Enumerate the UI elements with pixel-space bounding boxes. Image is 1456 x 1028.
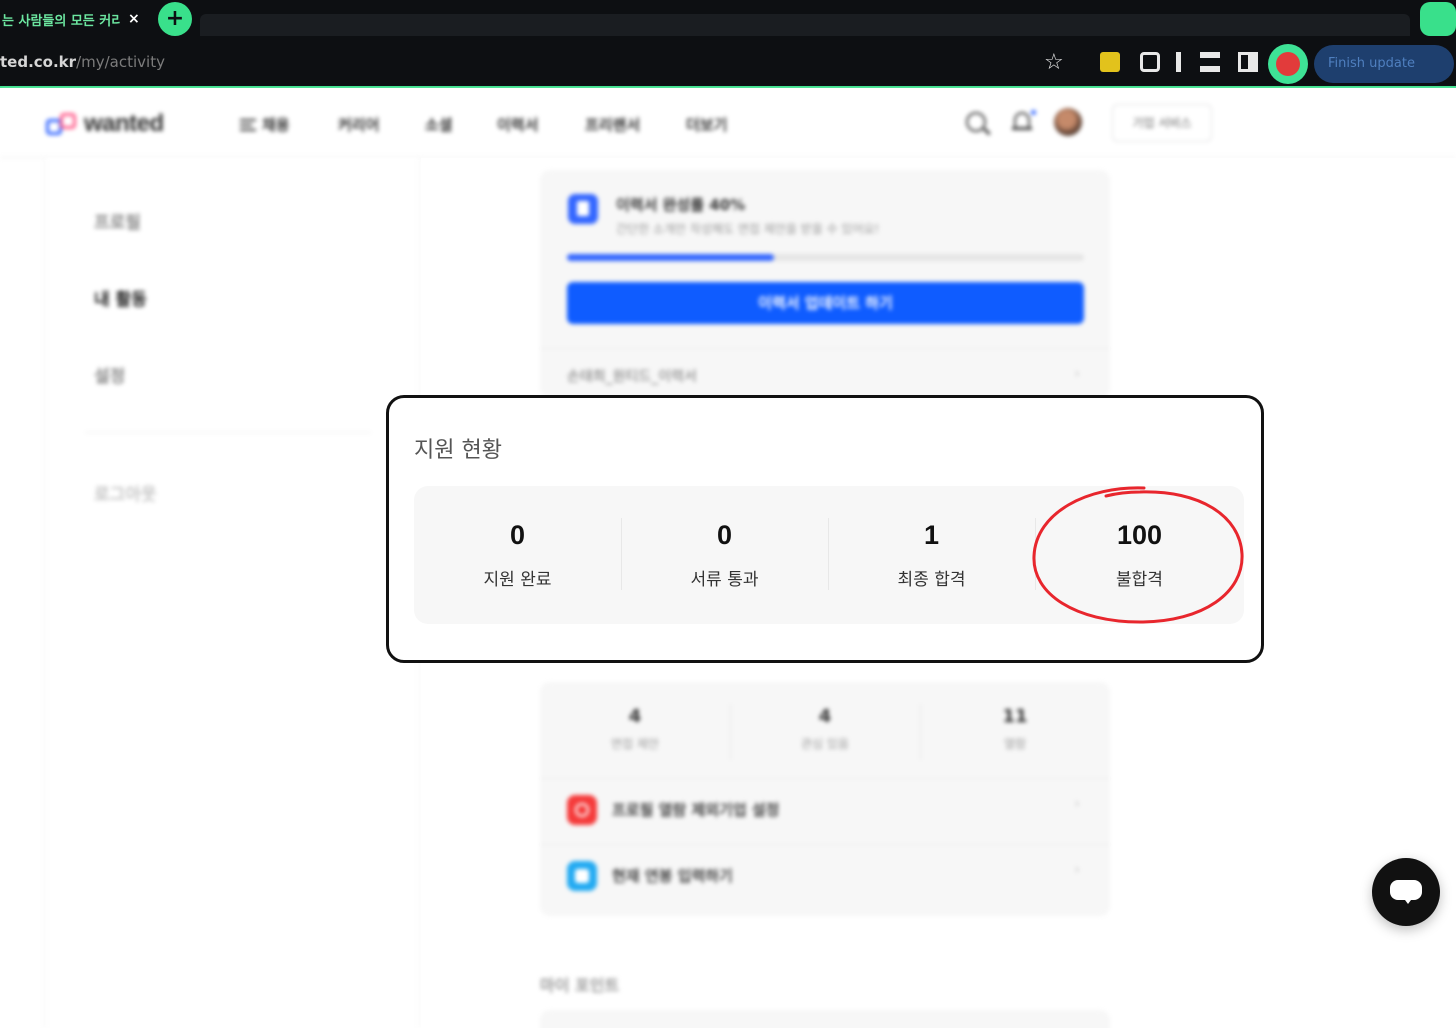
nav-item-resume[interactable]: 이력서 <box>497 114 538 135</box>
application-status-box: 0 지원 완료 0 서류 통과 1 최종 합격 100 불합격 <box>414 486 1244 624</box>
list-item-block-companies[interactable]: 프로필 열람 제외기업 설정 › <box>540 778 1110 844</box>
activity-stats-card: 4 면접 제안 4 관심 있음 11 열람 프로필 열람 제외기업 설정 › 현… <box>540 682 1110 916</box>
close-icon[interactable]: × <box>128 11 140 27</box>
profile-avatar-icon <box>1276 52 1300 76</box>
wanted-logo[interactable]: wanted <box>46 110 164 138</box>
my-point-card <box>540 1010 1110 1028</box>
stat-value: 11 <box>1002 706 1028 727</box>
business-service-button[interactable]: 기업 서비스 <box>1112 104 1212 142</box>
browser-tab-bar: 는 사람들의 모든 커리 × + <box>0 0 1456 40</box>
status-value: 1 <box>923 520 940 550</box>
resume-card: 이력서 완성률 40% 간단한 소개만 작성해도 면접 제안을 받을 수 있어요… <box>540 170 1110 398</box>
sidebar-toggle-icon[interactable] <box>1238 52 1258 72</box>
stat-interested[interactable]: 4 관심 있음 <box>730 706 920 752</box>
status-label: 지원 완료 <box>483 570 552 590</box>
resume-progress-fill <box>567 254 774 261</box>
profile-button[interactable] <box>1268 44 1308 84</box>
logo-mark-icon <box>46 113 78 135</box>
status-label: 최종 합격 <box>897 570 966 590</box>
status-applied[interactable]: 0 지원 완료 <box>414 520 621 590</box>
nav-item-jobs[interactable]: 채용 <box>240 114 290 135</box>
toolbar-separator <box>1176 52 1181 72</box>
chevron-right-icon: › <box>1074 796 1080 812</box>
nav-item-career[interactable]: 커리어 <box>338 114 379 135</box>
resume-name: 손태희_원티드_이력서 <box>567 369 697 385</box>
status-rejected[interactable]: 100 불합격 <box>1036 520 1243 590</box>
sidebar-item-settings[interactable]: 설정 <box>94 362 125 387</box>
application-status-title: 지원 현황 <box>414 438 502 463</box>
row-label: 현재 연봉 입력하기 <box>612 867 733 885</box>
row-label: 프로필 열람 제외기업 설정 <box>612 801 780 819</box>
logout-link[interactable]: 로그아웃 <box>94 480 157 505</box>
tab-title: 는 사람들의 모든 커리 <box>2 13 120 29</box>
url-path: /my/activity <box>76 53 165 71</box>
finish-update-button[interactable]: Finish update <box>1314 45 1454 83</box>
status-value: 100 <box>1116 520 1163 550</box>
status-final-passed[interactable]: 1 최종 합격 <box>828 520 1035 590</box>
stat-interview-offers[interactable]: 4 면접 제안 <box>540 706 730 752</box>
menu-icon <box>240 119 256 131</box>
list-item-salary-input[interactable]: 현재 연봉 입력하기 › <box>540 844 1110 910</box>
application-status-panel: 지원 현황 0 지원 완료 0 서류 통과 1 최종 합격 100 불합격 <box>386 395 1264 663</box>
update-resume-button[interactable]: 이력서 업데이트 하기 <box>567 282 1084 324</box>
nav-item-social[interactable]: 소셜 <box>425 114 453 135</box>
chat-button[interactable] <box>1372 858 1440 926</box>
resume-list-item[interactable]: 손태희_원티드_이력서 › <box>540 348 1110 398</box>
block-icon <box>567 795 597 825</box>
extension-puzzle-icon[interactable] <box>1140 52 1160 72</box>
site-header: wanted 채용 커리어 소셜 이력서 프리랜서 더보기 기업 서비스 <box>0 90 1456 158</box>
resume-completion-title: 이력서 완성률 40% <box>616 196 746 214</box>
avatar[interactable] <box>1054 108 1082 136</box>
status-value: 0 <box>509 520 526 550</box>
stat-label: 열람 <box>1003 737 1027 751</box>
chevron-right-icon: › <box>1074 862 1080 878</box>
logo-text: wanted <box>84 110 164 137</box>
search-icon[interactable] <box>966 112 986 132</box>
sidebar-item-my-activity[interactable]: 내 활동 <box>94 285 147 310</box>
bookmark-star-icon[interactable]: ☆ <box>1044 50 1064 75</box>
resume-document-icon <box>568 194 598 224</box>
url-field[interactable]: ted.co.kr/my/activity <box>0 53 165 71</box>
url-domain: ted.co.kr <box>0 53 77 71</box>
extension-icon[interactable] <box>1100 52 1120 72</box>
sidebar-item-profile[interactable]: 프로필 <box>94 208 141 233</box>
resume-completion-hint: 간단한 소개만 작성해도 면접 제안을 받을 수 있어요! <box>616 222 880 236</box>
tab-strip-background <box>200 14 1410 36</box>
new-tab-button[interactable]: + <box>158 2 192 36</box>
nav-item-freelancer[interactable]: 프리랜서 <box>585 114 640 135</box>
my-point-heading: 마이 포인트 <box>540 976 620 995</box>
stat-label: 면접 제안 <box>611 737 659 751</box>
bell-icon[interactable] <box>1012 110 1036 132</box>
status-document-passed[interactable]: 0 서류 통과 <box>621 520 828 590</box>
stat-value: 4 <box>628 706 642 727</box>
sidebar: 프로필 내 활동 설정 로그아웃 <box>44 158 420 1028</box>
stat-label: 관심 있음 <box>801 737 849 751</box>
document-icon <box>567 861 597 891</box>
chevron-right-icon: › <box>1074 366 1080 382</box>
nav-item-more[interactable]: 더보기 <box>686 114 727 135</box>
stat-viewed[interactable]: 11 열람 <box>920 706 1110 752</box>
status-label: 서류 통과 <box>690 570 759 590</box>
status-label: 불합격 <box>1116 570 1163 590</box>
stat-value: 4 <box>818 706 832 727</box>
sidebar-divider <box>85 432 371 433</box>
resume-progress-bar <box>567 254 1084 261</box>
browser-tab[interactable]: 는 사람들의 모든 커리 × <box>0 4 150 34</box>
address-bar: ted.co.kr/my/activity ☆ Finish update <box>0 40 1456 88</box>
window-control-button[interactable] <box>1420 2 1456 36</box>
extension-icon[interactable] <box>1200 52 1220 72</box>
status-value: 0 <box>716 520 733 550</box>
